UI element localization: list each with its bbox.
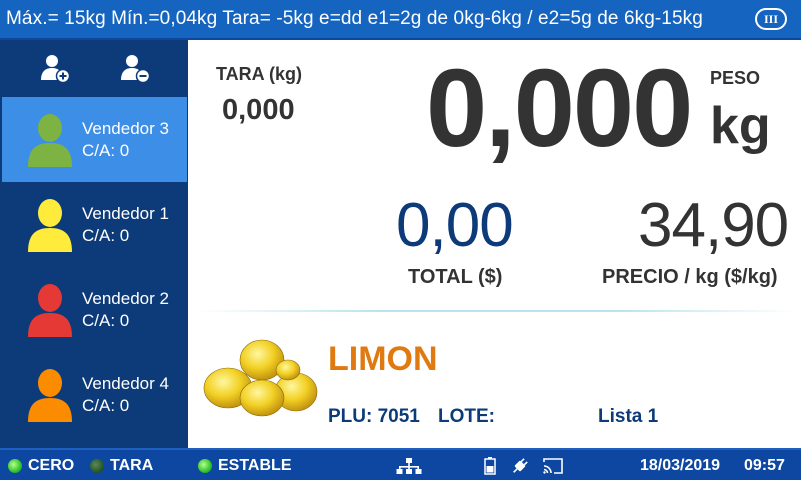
status-date: 18/03/2019 — [640, 457, 721, 474]
tara-value: 0,000 — [222, 94, 295, 126]
vendor-name: Vendedor 1 — [82, 203, 169, 223]
vendor-avatar-icon — [28, 368, 72, 422]
weight-value: 0,000 — [426, 47, 693, 170]
price-list: Lista 1 — [598, 406, 659, 427]
network-icon — [396, 456, 422, 476]
status-bar: CERO TARA ESTABLE 18/03/2019 09:57 — [0, 448, 801, 480]
weight-unit: kg — [710, 97, 771, 155]
user-minus-icon — [121, 55, 151, 84]
top-bar: Máx.= 15kg Mín.=0,04kg Tara= -5kg e=dd e… — [0, 0, 801, 40]
vendor-avatar-icon — [28, 113, 72, 167]
total-label: TOTAL ($) — [408, 266, 503, 288]
weighing-display: TARA (kg) 0,000 0,000 PESO kg 0,00 TOTAL… — [188, 40, 801, 448]
vendor-count: C/A: 0 — [82, 395, 130, 415]
vendor-sidebar: Vendedor 3 C/A: 0 Vendedor 1 C/A: 0 Vend… — [0, 40, 188, 448]
divider — [198, 310, 798, 312]
cast-icon — [542, 456, 564, 476]
accuracy-class-badge: III — [755, 8, 787, 30]
vendor-count: C/A: 0 — [82, 310, 130, 330]
product-lote: LOTE: — [438, 406, 495, 427]
vendor-item-4[interactable]: Vendedor 4 C/A: 0 — [2, 352, 187, 437]
plug-icon — [510, 456, 530, 476]
cero-indicator-icon — [8, 459, 22, 473]
vendor-actions — [0, 40, 188, 96]
battery-icon — [484, 456, 496, 476]
status-tara: TARA — [90, 457, 153, 475]
scale-specs: Máx.= 15kg Mín.=0,04kg Tara= -5kg e=dd e… — [6, 8, 703, 29]
price-value: 34,90 — [638, 191, 789, 260]
vendor-item-3[interactable]: Vendedor 3 C/A: 0 — [2, 97, 187, 182]
status-time: 09:57 — [744, 457, 785, 474]
tara-indicator-icon — [90, 459, 104, 473]
vendor-count: C/A: 0 — [82, 225, 130, 245]
vendor-count: C/A: 0 — [82, 140, 130, 160]
user-plus-icon — [41, 55, 71, 84]
tara-status-label: TARA — [110, 457, 154, 474]
vendor-name: Vendedor 4 — [82, 373, 169, 393]
vendor-item-2[interactable]: Vendedor 2 C/A: 0 — [2, 267, 187, 352]
price-label: PRECIO / kg ($/kg) — [602, 266, 778, 288]
add-vendor-button[interactable] — [38, 51, 72, 85]
vendor-avatar-icon — [28, 198, 72, 252]
status-cero: CERO — [8, 457, 74, 475]
vendor-item-1[interactable]: Vendedor 1 C/A: 0 — [2, 182, 187, 267]
vendor-avatar-icon — [28, 283, 72, 337]
product-name: LIMON — [328, 340, 438, 378]
tara-label: TARA (kg) — [216, 64, 302, 84]
estable-indicator-icon — [198, 459, 212, 473]
status-estable: ESTABLE — [198, 457, 291, 475]
cero-label: CERO — [28, 457, 75, 474]
remove-vendor-button[interactable] — [118, 51, 152, 85]
estable-label: ESTABLE — [218, 457, 292, 474]
product-plu: PLU: 7051 — [328, 406, 420, 427]
vendor-name: Vendedor 2 — [82, 288, 169, 308]
total-value: 0,00 — [396, 191, 514, 260]
product-image — [203, 339, 318, 417]
vendor-name: Vendedor 3 — [82, 118, 169, 138]
weight-caption: PESO — [710, 68, 761, 88]
